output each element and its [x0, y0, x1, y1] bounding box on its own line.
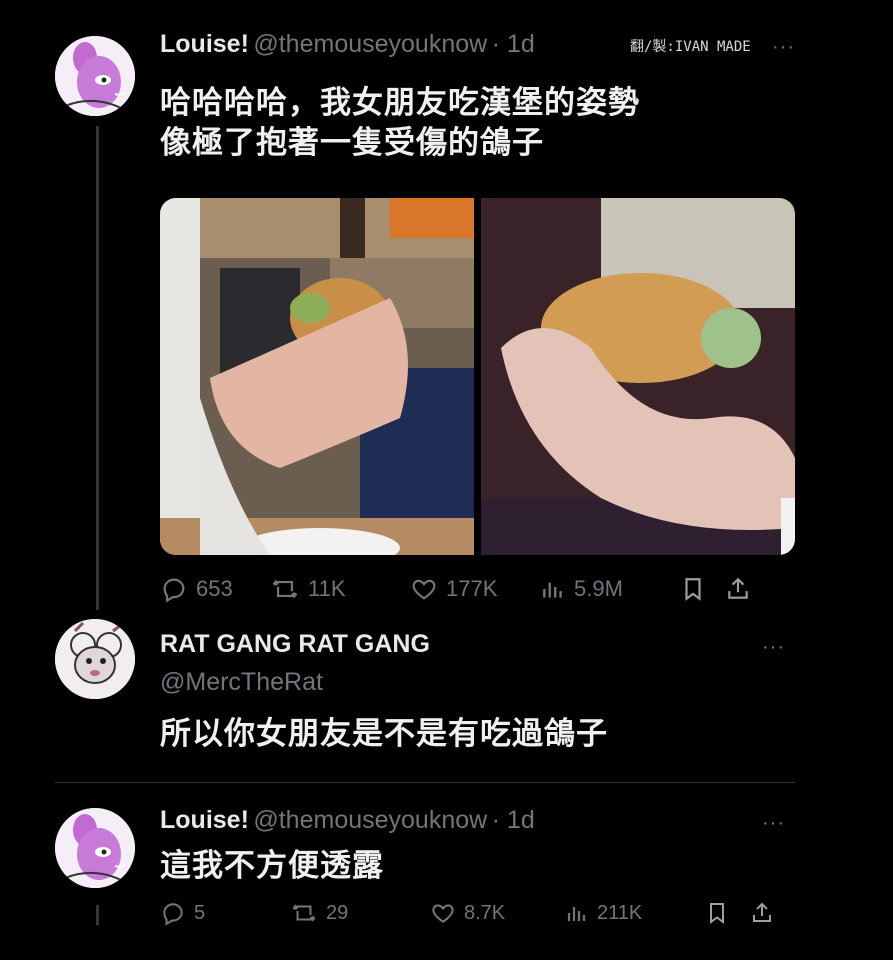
avatar[interactable]: [55, 619, 135, 699]
views-button[interactable]: 5.9M: [540, 575, 680, 603]
like-count: 8.7K: [464, 901, 506, 924]
burger-photo-image: [160, 198, 474, 555]
mouse-avatar-icon: [55, 36, 135, 116]
display-name[interactable]: Louise!: [160, 806, 249, 834]
repost-count: 11K: [308, 576, 346, 601]
timestamp[interactable]: · 1d: [492, 806, 535, 834]
like-button[interactable]: 8.7K: [430, 900, 565, 926]
avatar[interactable]: [55, 808, 135, 888]
like-icon: [412, 579, 436, 600]
tweet-header: Louise! @themouseyouknow · 1d: [160, 806, 535, 835]
views-icon: [543, 582, 562, 598]
more-options-button[interactable]: ···: [762, 636, 785, 659]
share-icon: [753, 902, 771, 922]
repost-button[interactable]: 29: [290, 900, 430, 926]
share-icon: [728, 577, 748, 599]
divider: [55, 782, 795, 783]
repost-button[interactable]: 11K: [270, 575, 410, 603]
repost-count: 29: [326, 901, 349, 924]
like-icon: [432, 904, 454, 923]
reply-icon: [163, 578, 185, 603]
handle[interactable]: @themouseyouknow: [253, 806, 487, 834]
reply-button[interactable]: 653: [160, 575, 270, 603]
display-name[interactable]: Louise!: [160, 30, 249, 58]
like-count: 177K: [446, 576, 498, 601]
views-count: 211K: [597, 901, 643, 924]
thread-connector-line: [96, 905, 99, 925]
share-button[interactable]: [725, 575, 751, 603]
more-options-button[interactable]: ···: [772, 36, 795, 59]
tweet-actions: 5 29 8.7K 211K: [160, 900, 795, 926]
display-name[interactable]: RAT GANG RAT GANG: [160, 630, 430, 659]
bookmark-icon: [685, 578, 701, 601]
tweet-photo-right[interactable]: [481, 198, 795, 555]
repost-icon: [272, 579, 298, 599]
thread-connector-line: [96, 126, 99, 610]
views-count: 5.9M: [574, 576, 623, 601]
reply-count: 5: [194, 901, 206, 924]
mouse-avatar-icon: [55, 808, 135, 888]
tweet-text-line: 哈哈哈哈，我女朋友吃漢堡的姿勢: [160, 85, 640, 120]
watermark: 翻/製:IVAN MADE: [630, 39, 751, 55]
avatar[interactable]: [55, 36, 135, 116]
views-icon: [567, 907, 586, 921]
burger-photo-image: [481, 198, 795, 555]
bookmark-button[interactable]: [680, 575, 725, 603]
handle[interactable]: @MercTheRat: [160, 668, 323, 697]
share-button[interactable]: [750, 900, 774, 926]
handle[interactable]: @themouseyouknow: [253, 30, 487, 58]
timestamp[interactable]: · 1d: [492, 30, 535, 58]
tweet-header: Louise! @themouseyouknow · 1d: [160, 30, 535, 59]
tweet-photo-left[interactable]: [160, 198, 474, 555]
tweet-text-line: 像極了抱著一隻受傷的鴿子: [160, 125, 544, 160]
reply-count: 653: [196, 576, 233, 601]
reply-button[interactable]: 5: [160, 900, 290, 926]
bookmark-button[interactable]: [705, 900, 750, 926]
tweet-text: 所以你女朋友是不是有吃過鴿子: [160, 716, 608, 751]
tweet-text: 這我不方便透露: [160, 848, 384, 883]
tweet-text: 哈哈哈哈，我女朋友吃漢堡的姿勢 像極了抱著一隻受傷的鴿子: [160, 83, 640, 163]
more-options-button[interactable]: ···: [762, 812, 785, 835]
views-button[interactable]: 211K: [565, 900, 705, 926]
reply-icon: [163, 903, 183, 926]
repost-icon: [292, 904, 316, 922]
bookmark-icon: [710, 903, 724, 924]
tweet-actions: 653 11K 177K 5.9M: [160, 575, 795, 603]
like-button[interactable]: 177K: [410, 575, 540, 603]
rat-avatar-icon: [55, 619, 135, 699]
